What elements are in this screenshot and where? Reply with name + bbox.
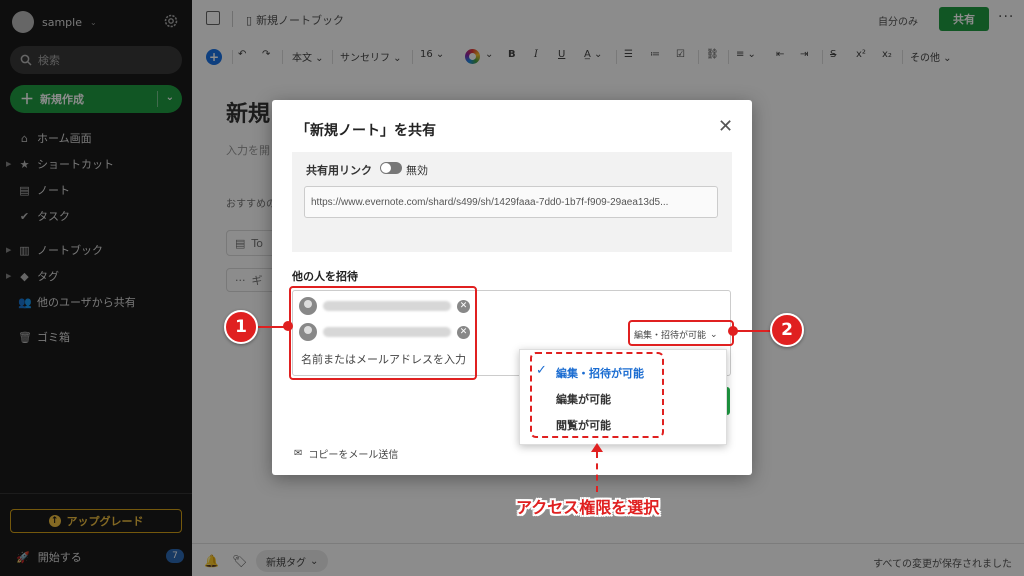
annotation-dot	[283, 321, 293, 331]
annotation-caption: アクセス権限を選択	[516, 498, 660, 517]
copy-mail-checkbox[interactable]: ✉ コピーをメール送信	[294, 446, 398, 461]
annotation-marker-1: 1	[224, 310, 258, 344]
annotation-dashed-line	[596, 452, 598, 492]
annotation-dot	[728, 326, 738, 336]
share-link-panel: 共有用リンク 無効 https://www.evernote.com/shard…	[292, 152, 732, 252]
annotation-box-permission	[628, 320, 734, 346]
share-link-label: 共有用リンク	[306, 164, 372, 177]
annotation-dashed-box	[530, 352, 664, 438]
invite-label: 他の人を招待	[292, 270, 358, 283]
annotation-line	[734, 330, 774, 332]
share-url-field[interactable]: https://www.evernote.com/shard/s499/sh/1…	[304, 186, 718, 218]
mail-icon: ✉	[294, 448, 303, 459]
copy-mail-label: コピーをメール送信	[308, 450, 399, 461]
annotation-box-invitees	[289, 286, 477, 380]
close-icon[interactable]: ✕	[718, 116, 733, 137]
dialog-title: 「新規ノート」を共有	[296, 123, 436, 139]
share-link-toggle[interactable]	[380, 162, 402, 174]
annotation-marker-2: 2	[770, 313, 804, 347]
annotation-arrow-up-icon	[591, 443, 603, 452]
toggle-state-label: 無効	[406, 164, 428, 177]
